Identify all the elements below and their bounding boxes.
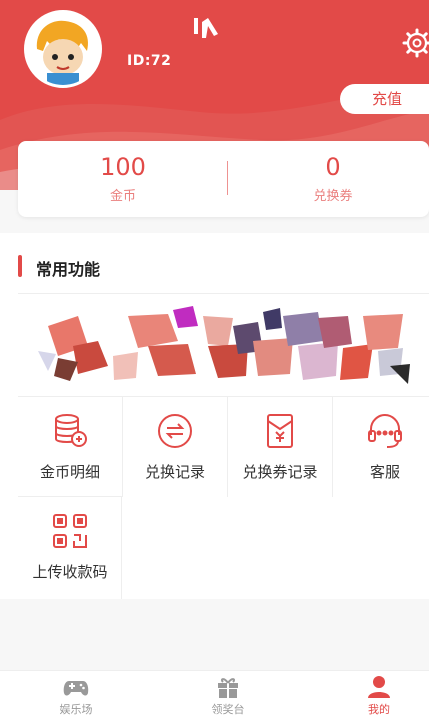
avatar[interactable] bbox=[24, 10, 102, 88]
avatar-cartoon-icon bbox=[27, 13, 99, 85]
feature-exchange-records[interactable]: 兑换记录 bbox=[123, 397, 227, 497]
qrcode-icon bbox=[53, 514, 87, 548]
headset-icon bbox=[368, 413, 402, 448]
coins-value: 100 bbox=[100, 153, 146, 181]
coins-stack-icon bbox=[55, 414, 87, 447]
balance-card: 100 金币 0 兑换券 bbox=[18, 141, 429, 217]
tab-prizes[interactable]: 领奖台 bbox=[188, 675, 268, 717]
common-features-section: 常用功能 金币明细 兑换记录 兑换券记录 客服 上传收款码 bbox=[0, 233, 429, 599]
user-id: ID:72 bbox=[127, 53, 172, 69]
feature-voucher-records[interactable]: 兑换券记录 bbox=[228, 397, 332, 497]
stat-divider bbox=[227, 161, 228, 195]
bottom-tab-bar: 娱乐场 领奖台 我的 bbox=[0, 670, 429, 719]
tab-casino[interactable]: 娱乐场 bbox=[36, 675, 116, 717]
feature-grid: 金币明细 兑换记录 兑换券记录 客服 bbox=[18, 396, 429, 497]
settings-gear-icon[interactable] bbox=[402, 28, 429, 58]
vouchers-stat[interactable]: 0 兑换券 bbox=[233, 153, 429, 204]
feature-label: 兑换记录 bbox=[144, 463, 205, 481]
recharge-button[interactable]: 充值 bbox=[340, 84, 429, 114]
user-icon bbox=[368, 676, 390, 698]
pixelated-banner bbox=[18, 296, 429, 396]
vouchers-value: 0 bbox=[325, 153, 341, 181]
tab-label: 我的 bbox=[368, 703, 390, 716]
coins-label: 金币 bbox=[109, 189, 136, 204]
feature-customer-service[interactable]: 客服 bbox=[333, 397, 429, 497]
exchange-icon bbox=[158, 414, 192, 448]
tab-label: 娱乐场 bbox=[59, 703, 93, 716]
feature-coin-details[interactable]: 金币明细 bbox=[18, 397, 122, 497]
feature-label: 兑换券记录 bbox=[242, 463, 318, 481]
feature-label: 金币明细 bbox=[39, 463, 100, 481]
section-title: 常用功能 bbox=[36, 260, 101, 279]
vouchers-label: 兑换券 bbox=[313, 189, 353, 204]
voucher-icon bbox=[267, 414, 293, 448]
feature-grid-row-2: 上传收款码 bbox=[18, 496, 122, 599]
nickname-glyph-icon bbox=[194, 18, 218, 38]
gamepad-icon bbox=[63, 681, 89, 696]
divider bbox=[18, 293, 429, 294]
gift-icon bbox=[218, 678, 238, 698]
tab-label: 领奖台 bbox=[211, 703, 245, 716]
coins-stat[interactable]: 100 金币 bbox=[23, 153, 223, 204]
feature-upload-qrcode[interactable]: 上传收款码 bbox=[18, 497, 122, 597]
feature-label: 客服 bbox=[369, 463, 400, 481]
section-accent-bar bbox=[18, 255, 22, 277]
tab-mine[interactable]: 我的 bbox=[339, 675, 419, 717]
feature-label: 上传收款码 bbox=[32, 563, 108, 581]
